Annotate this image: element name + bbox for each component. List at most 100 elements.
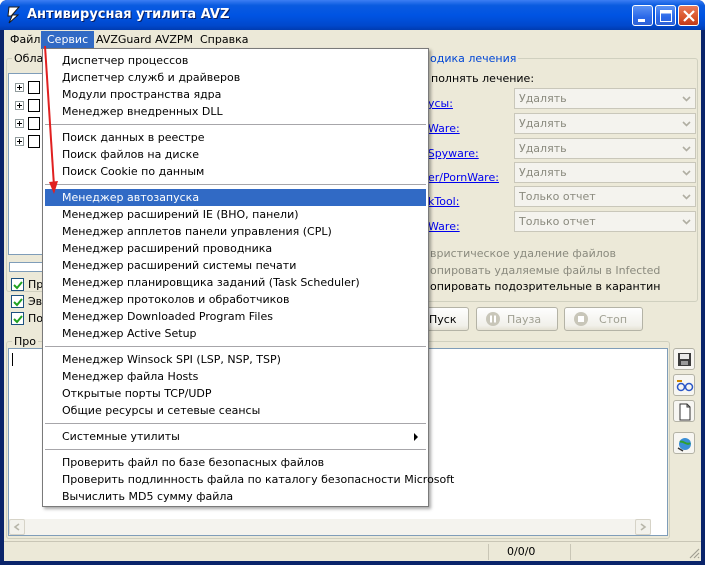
status-counter-cell: 0/0/0	[488, 544, 568, 560]
spyware-action-select[interactable]: Удалять	[514, 138, 696, 159]
status-cell	[570, 544, 690, 560]
row-label-hacktool[interactable]: kTool:	[428, 195, 459, 208]
menu-item-ie-extensions[interactable]: Менеджер расширений IE (BHO, панели)	[45, 206, 426, 223]
menu-item-check-safe-db[interactable]: Проверить файл по базе безопасных файлов	[45, 454, 426, 471]
expand-icon[interactable]	[15, 119, 24, 128]
row-label-adware[interactable]: Ware:	[428, 122, 460, 135]
drive-checkbox[interactable]	[28, 117, 40, 130]
virus-action-select[interactable]: Удалять	[514, 88, 696, 109]
view-quarantine-button[interactable]	[673, 374, 695, 396]
save-log-button[interactable]	[673, 348, 695, 370]
menu-avzguard[interactable]: AVZGuard	[90, 31, 157, 49]
virus-action-value: Удалять	[519, 92, 567, 105]
stop-button[interactable]: Стоп	[564, 307, 643, 331]
pornware-action-value: Удалять	[519, 166, 567, 179]
dropdown-arrow-icon[interactable]	[679, 140, 694, 157]
riskware-action-select[interactable]: Только отчет	[514, 211, 696, 232]
pause-icon	[486, 312, 500, 326]
check-icon	[13, 298, 23, 307]
scroll-left-button[interactable]	[9, 519, 25, 535]
spyware-action-value: Удалять	[519, 142, 567, 155]
adware-action-select[interactable]: Удалять	[514, 113, 696, 134]
menu-item-label: Менеджер Active Setup	[62, 327, 197, 340]
pause-button[interactable]: Пауза	[476, 307, 558, 331]
menu-item-cpl-applets[interactable]: Менеджер апплетов панели управления (CPL…	[45, 223, 426, 240]
drive-checkbox[interactable]	[28, 81, 40, 94]
heuristic-removal-option[interactable]: вристическое удаление файлов	[430, 247, 616, 260]
menu-item-label: Менеджер внедренных DLL	[62, 105, 223, 118]
menu-item-label: Поиск файлов на диске	[62, 148, 200, 161]
horizontal-scrollbar[interactable]	[9, 519, 651, 535]
menu-item-label: Системные утилиты	[62, 430, 180, 443]
menu-item-autorun-manager[interactable]: Менеджер автозапуска	[45, 189, 426, 206]
expand-icon[interactable]	[15, 101, 24, 110]
maximize-button[interactable]	[655, 5, 676, 26]
log-title: Про	[12, 335, 38, 348]
menu-item-protocols-handlers[interactable]: Менеджер протоколов и обработчиков	[45, 291, 426, 308]
dropdown-arrow-icon[interactable]	[679, 213, 694, 230]
menu-separator	[45, 184, 426, 185]
menu-item-explorer-extensions[interactable]: Менеджер расширений проводника	[45, 240, 426, 257]
dropdown-arrow-icon[interactable]	[679, 164, 694, 181]
close-icon	[683, 10, 695, 22]
menu-item-label: Менеджер апплетов панели управления (CPL…	[62, 225, 332, 238]
menu-item-label: Менеджер протоколов и обработчиков	[62, 293, 290, 306]
arrow-right-icon	[640, 523, 647, 531]
dropdown-arrow-icon[interactable]	[679, 90, 694, 107]
drive-checkbox[interactable]	[28, 99, 40, 112]
close-button[interactable]	[678, 5, 699, 26]
option-checkbox-2[interactable]	[11, 295, 24, 308]
menu-item-shared-resources[interactable]: Общие ресурсы и сетевые сеансы	[45, 402, 426, 419]
scroll-right-button[interactable]	[635, 519, 651, 535]
row-label-virus[interactable]: усы:	[428, 97, 453, 110]
menu-item-kernel-modules[interactable]: Модули пространства ядра	[45, 86, 426, 103]
expand-icon[interactable]	[15, 83, 24, 92]
menu-item-system-utilities[interactable]: Системные утилиты	[45, 428, 426, 445]
menu-item-open-ports[interactable]: Открытые порты TCP/UDP	[45, 385, 426, 402]
check-icon	[13, 281, 23, 290]
row-label-spyware[interactable]: /Spyware:	[424, 147, 479, 160]
update-button[interactable]	[673, 432, 695, 454]
menu-item-cookie-search[interactable]: Поиск Cookie по данным	[45, 163, 426, 180]
dropdown-arrow-icon[interactable]	[679, 115, 694, 132]
hacktool-action-select[interactable]: Только отчет	[514, 186, 696, 207]
menu-avzpm[interactable]: AVZPM	[149, 31, 199, 49]
menu-item-services-drivers[interactable]: Диспетчер служб и драйверов	[45, 69, 426, 86]
option-checkbox-1[interactable]	[11, 278, 24, 291]
menu-help[interactable]: Справка	[194, 31, 254, 49]
expand-icon[interactable]	[15, 137, 24, 146]
resize-grip-icon[interactable]	[688, 547, 700, 559]
menu-item-file-search[interactable]: Поиск файлов на диске	[45, 146, 426, 163]
copy-suspicious-option[interactable]: опировать подозрительные в карантин	[430, 280, 661, 293]
pornware-action-select[interactable]: Удалять	[514, 162, 696, 183]
menu-item-hosts-file[interactable]: Менеджер файла Hosts	[45, 368, 426, 385]
menu-item-task-scheduler[interactable]: Менеджер планировщика заданий (Task Sche…	[45, 274, 426, 291]
maximize-icon	[660, 10, 672, 22]
menu-item-downloaded-program-files[interactable]: Менеджер Downloaded Program Files	[45, 308, 426, 325]
minimize-button[interactable]	[632, 5, 653, 26]
menu-separator	[45, 423, 426, 424]
new-file-button[interactable]	[673, 400, 695, 422]
row-label-riskware[interactable]: Ware:	[428, 220, 460, 233]
menu-item-process-manager[interactable]: Диспетчер процессов	[45, 52, 426, 69]
pause-button-label: Пауза	[507, 313, 542, 326]
start-button-label: Пуск	[429, 313, 457, 326]
menu-item-print-extensions[interactable]: Менеджер расширений системы печати	[45, 257, 426, 274]
menu-item-check-signature[interactable]: Проверить подлинность файла по каталогу …	[45, 471, 454, 488]
menu-item-registry-search[interactable]: Поиск данных в реестре	[45, 129, 426, 146]
menu-item-winsock-spi[interactable]: Менеджер Winsock SPI (LSP, NSP, TSP)	[45, 351, 426, 368]
menu-separator	[45, 449, 426, 450]
dropdown-arrow-icon[interactable]	[679, 188, 694, 205]
drive-checkbox[interactable]	[28, 135, 40, 148]
row-label-pornware[interactable]: er/PornWare:	[428, 171, 499, 184]
menu-item-injected-dll[interactable]: Менеджер внедренных DLL	[45, 103, 426, 120]
title-bar[interactable]: Антивирусная утилита AVZ	[0, 0, 705, 30]
menu-separator	[45, 346, 426, 347]
menu-item-md5[interactable]: Вычислить MD5 сумму файла	[45, 488, 426, 505]
adware-action-value: Удалять	[519, 117, 567, 130]
copy-infected-option[interactable]: опировать удаляемые файлы в Infected	[430, 264, 660, 277]
menu-item-label: Менеджер расширений проводника	[62, 242, 273, 255]
menu-item-label: Проверить файл по базе безопасных файлов	[62, 456, 325, 469]
menu-item-active-setup[interactable]: Менеджер Active Setup	[45, 325, 426, 342]
option-checkbox-3[interactable]	[11, 312, 24, 325]
